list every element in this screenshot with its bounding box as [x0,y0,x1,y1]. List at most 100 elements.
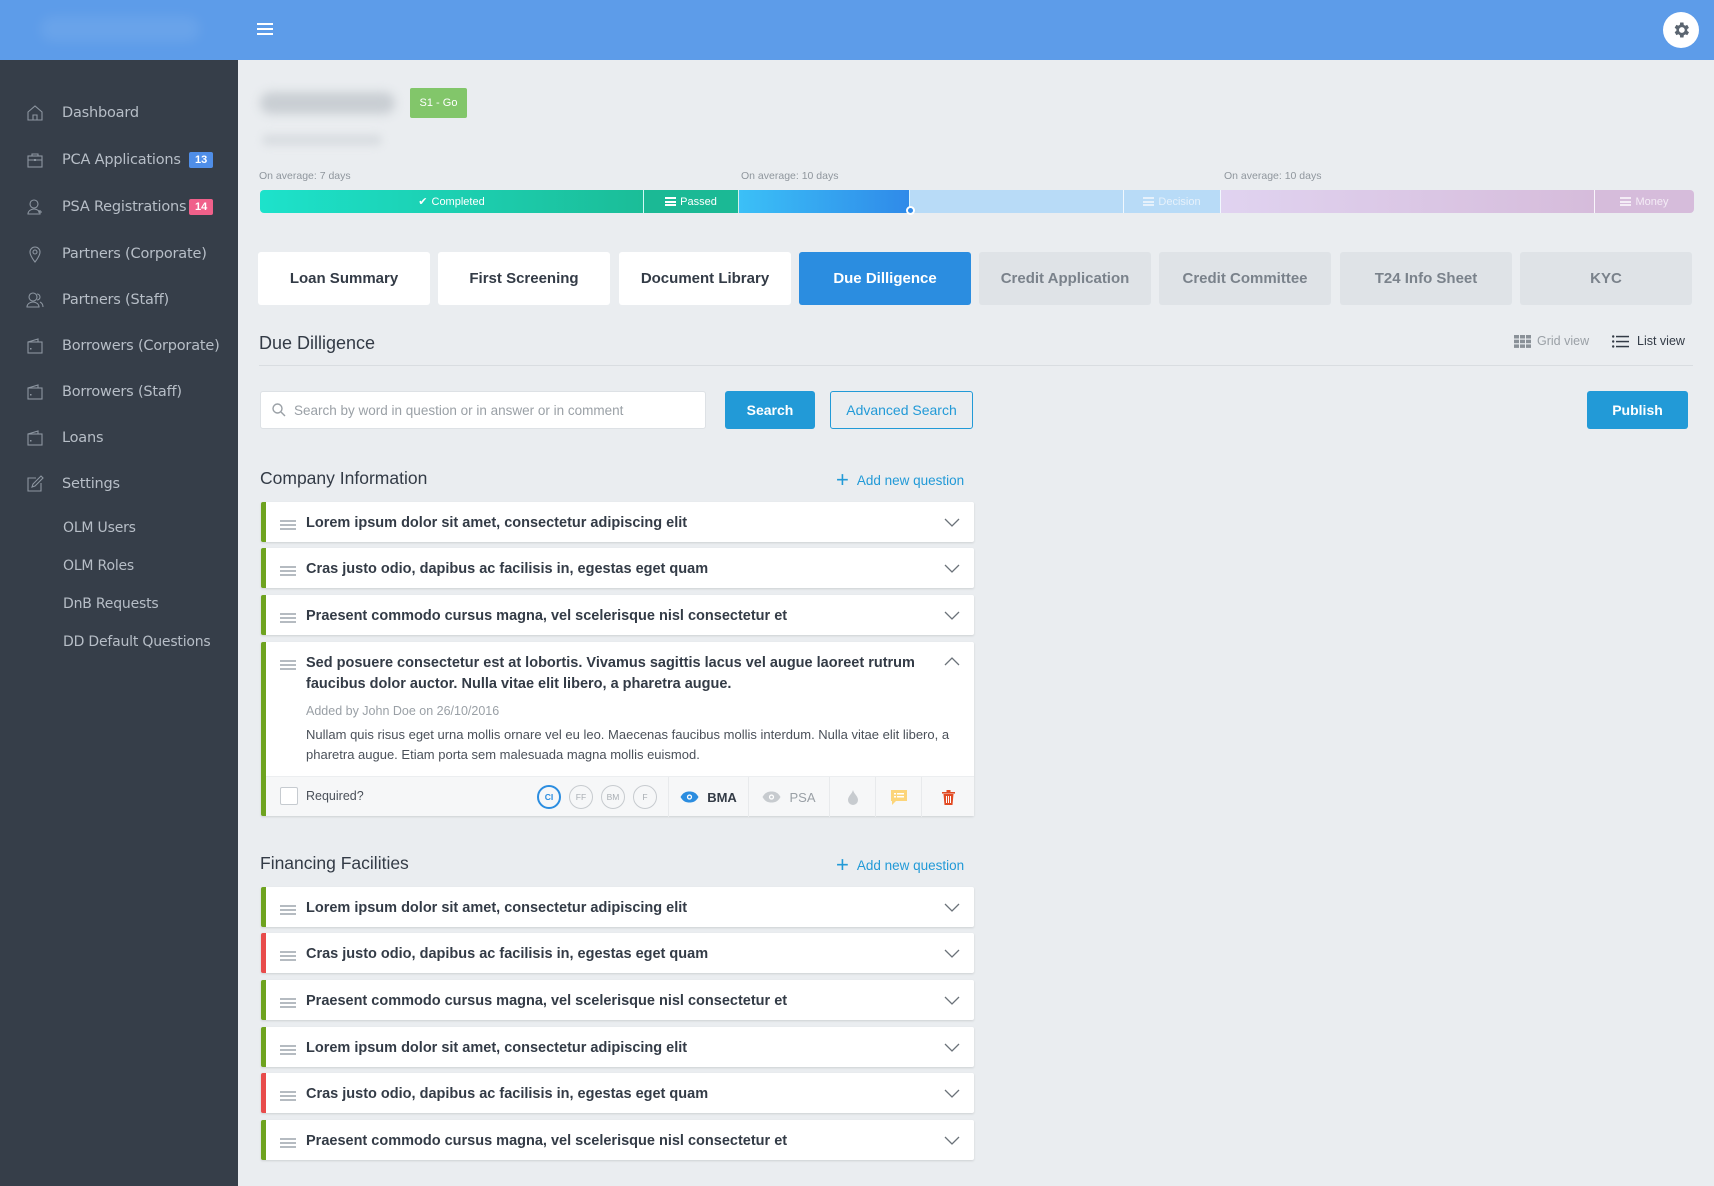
question-row-expanded[interactable]: Sed posuere consectetur est at lobortis.… [261,642,974,817]
drag-handle-icon[interactable] [280,1138,296,1150]
question-text: Cras justo odio, dapibus ac facilisis in… [306,561,709,577]
chevron-down-icon[interactable] [944,1041,960,1053]
chevron-up-icon[interactable] [944,656,960,668]
delete-button[interactable] [921,777,974,817]
question-row[interactable]: Cras justo odio, dapibus ac facilisis in… [261,548,974,588]
settings-button[interactable] [1663,12,1699,48]
chevron-down-icon[interactable] [944,947,960,959]
advanced-search-button[interactable]: Advanced Search [830,391,973,429]
sidebar-item-partners-staff[interactable]: Partners (Staff) [0,280,238,320]
add-new-question-button[interactable]: + Add new question [836,469,964,491]
search-icon [272,403,286,417]
progress-marker [906,206,915,215]
chevron-down-icon[interactable] [944,994,960,1006]
sidebar-item-label: Borrowers (Corporate) [62,338,220,354]
count-badge: 13 [189,152,214,168]
visibility-bma-toggle[interactable]: BMA [668,777,748,817]
sidebar-item-psa-registrations[interactable]: PSA Registrations 14 [0,187,238,227]
sidebar-item-label: Partners (Staff) [62,292,169,308]
question-answer: Nullam quis risus eget urna mollis ornar… [306,727,950,762]
tab-credit-application[interactable]: Credit Application [979,252,1151,305]
list-view-toggle[interactable]: List view [1612,334,1685,348]
publish-button[interactable]: Publish [1587,391,1688,429]
visibility-psa-toggle[interactable]: PSA [748,777,829,817]
question-row[interactable]: Lorem ipsum dolor sit amet, consectetur … [261,887,974,927]
sidebar-item-dashboard[interactable]: Dashboard [0,93,238,133]
sidebar-item-settings[interactable]: Settings [0,464,238,504]
grid-icon [1514,334,1531,348]
hamburger-icon[interactable] [257,23,273,36]
sidebar-subitem-olm-users[interactable]: OLM Users [63,520,136,536]
flame-icon [847,789,858,805]
sidebar-item-label: Dashboard [62,105,139,121]
sidebar-subitem-dd-default-questions[interactable]: DD Default Questions [63,634,211,650]
question-row[interactable]: Praesent commodo cursus magna, vel scele… [261,595,974,635]
grid-view-toggle[interactable]: Grid view [1514,334,1589,348]
drag-handle-icon[interactable] [280,613,296,625]
question-row[interactable]: Praesent commodo cursus magna, vel scele… [261,1120,974,1160]
wallet-icon [27,430,43,446]
tag-ci[interactable]: CI [537,785,561,809]
chevron-down-icon[interactable] [944,1087,960,1099]
tab-credit-committee[interactable]: Credit Committee [1159,252,1331,305]
tab-t24-info-sheet[interactable]: T24 Info Sheet [1340,252,1512,305]
tag-ff[interactable]: FF [569,785,593,809]
sidebar-item-borrowers-corporate[interactable]: Borrowers (Corporate) [0,326,238,366]
sidebar-item-loans[interactable]: Loans [0,418,238,458]
question-footer: Required? CI FF BM F BMA PSA [266,776,974,817]
question-text: Cras justo odio, dapibus ac facilisis in… [306,1086,709,1102]
eye-icon [680,791,699,803]
question-row[interactable]: Praesent commodo cursus magna, vel scele… [261,980,974,1020]
question-row[interactable]: Cras justo odio, dapibus ac facilisis in… [261,933,974,973]
drag-handle-icon[interactable] [280,951,296,963]
tab-due-dilligence[interactable]: Due Dilligence [799,252,971,305]
plus-icon: + [836,852,849,877]
question-row[interactable]: Lorem ipsum dolor sit amet, consectetur … [261,502,974,542]
tab-document-library[interactable]: Document Library [619,252,791,305]
priority-button[interactable] [829,777,875,817]
search-input[interactable] [294,402,694,418]
edit-icon [27,475,44,492]
question-row[interactable]: Cras justo odio, dapibus ac facilisis in… [261,1073,974,1113]
drag-handle-icon[interactable] [280,520,296,532]
question-text: Praesent commodo cursus magna, vel scele… [306,1133,788,1149]
sidebar-item-pca-applications[interactable]: PCA Applications 13 [0,140,238,180]
wallet-icon [27,338,43,354]
tab-loan-summary[interactable]: Loan Summary [258,252,430,305]
sidebar-subitem-olm-roles[interactable]: OLM Roles [63,558,134,574]
drag-handle-icon[interactable] [280,566,296,578]
tag-bm[interactable]: BM [601,785,625,809]
drag-handle-icon[interactable] [280,1091,296,1103]
drag-handle-icon[interactable] [280,905,296,917]
question-row[interactable]: Lorem ipsum dolor sit amet, consectetur … [261,1027,974,1067]
stage-progress-bar: ✔ Completed Passed Decision Money [260,190,1694,213]
drag-handle-icon[interactable] [280,998,296,1010]
required-checkbox[interactable] [280,787,298,805]
question-text: Praesent commodo cursus magna, vel scele… [306,608,788,624]
wallet-icon [27,384,43,400]
tab-kyc[interactable]: KYC [1520,252,1692,305]
stack-icon [1143,197,1155,206]
sidebar-item-label: PCA Applications [62,152,181,168]
trash-icon [941,789,955,805]
search-button[interactable]: Search [725,391,815,429]
chevron-down-icon[interactable] [944,901,960,913]
chevron-down-icon[interactable] [944,562,960,574]
question-text: Sed posuere consectetur est at lobortis.… [306,655,915,692]
sidebar-item-partners-corporate[interactable]: Partners (Corporate) [0,234,238,274]
drag-handle-icon[interactable] [280,1045,296,1057]
comment-button[interactable] [875,777,921,817]
check-icon: ✔ [418,196,428,208]
search-field[interactable] [260,391,706,429]
list-icon [1612,334,1629,348]
tab-first-screening[interactable]: First Screening [438,252,610,305]
drag-handle-icon[interactable] [280,660,296,672]
chevron-down-icon[interactable] [944,609,960,621]
add-new-question-button[interactable]: + Add new question [836,854,964,876]
chevron-down-icon[interactable] [944,516,960,528]
chevron-down-icon[interactable] [944,1134,960,1146]
tag-f[interactable]: F [633,785,657,809]
sidebar-item-borrowers-staff[interactable]: Borrowers (Staff) [0,372,238,412]
sidebar-subitem-dnb-requests[interactable]: DnB Requests [63,596,159,612]
progress-segment-money: Money [1595,190,1694,213]
